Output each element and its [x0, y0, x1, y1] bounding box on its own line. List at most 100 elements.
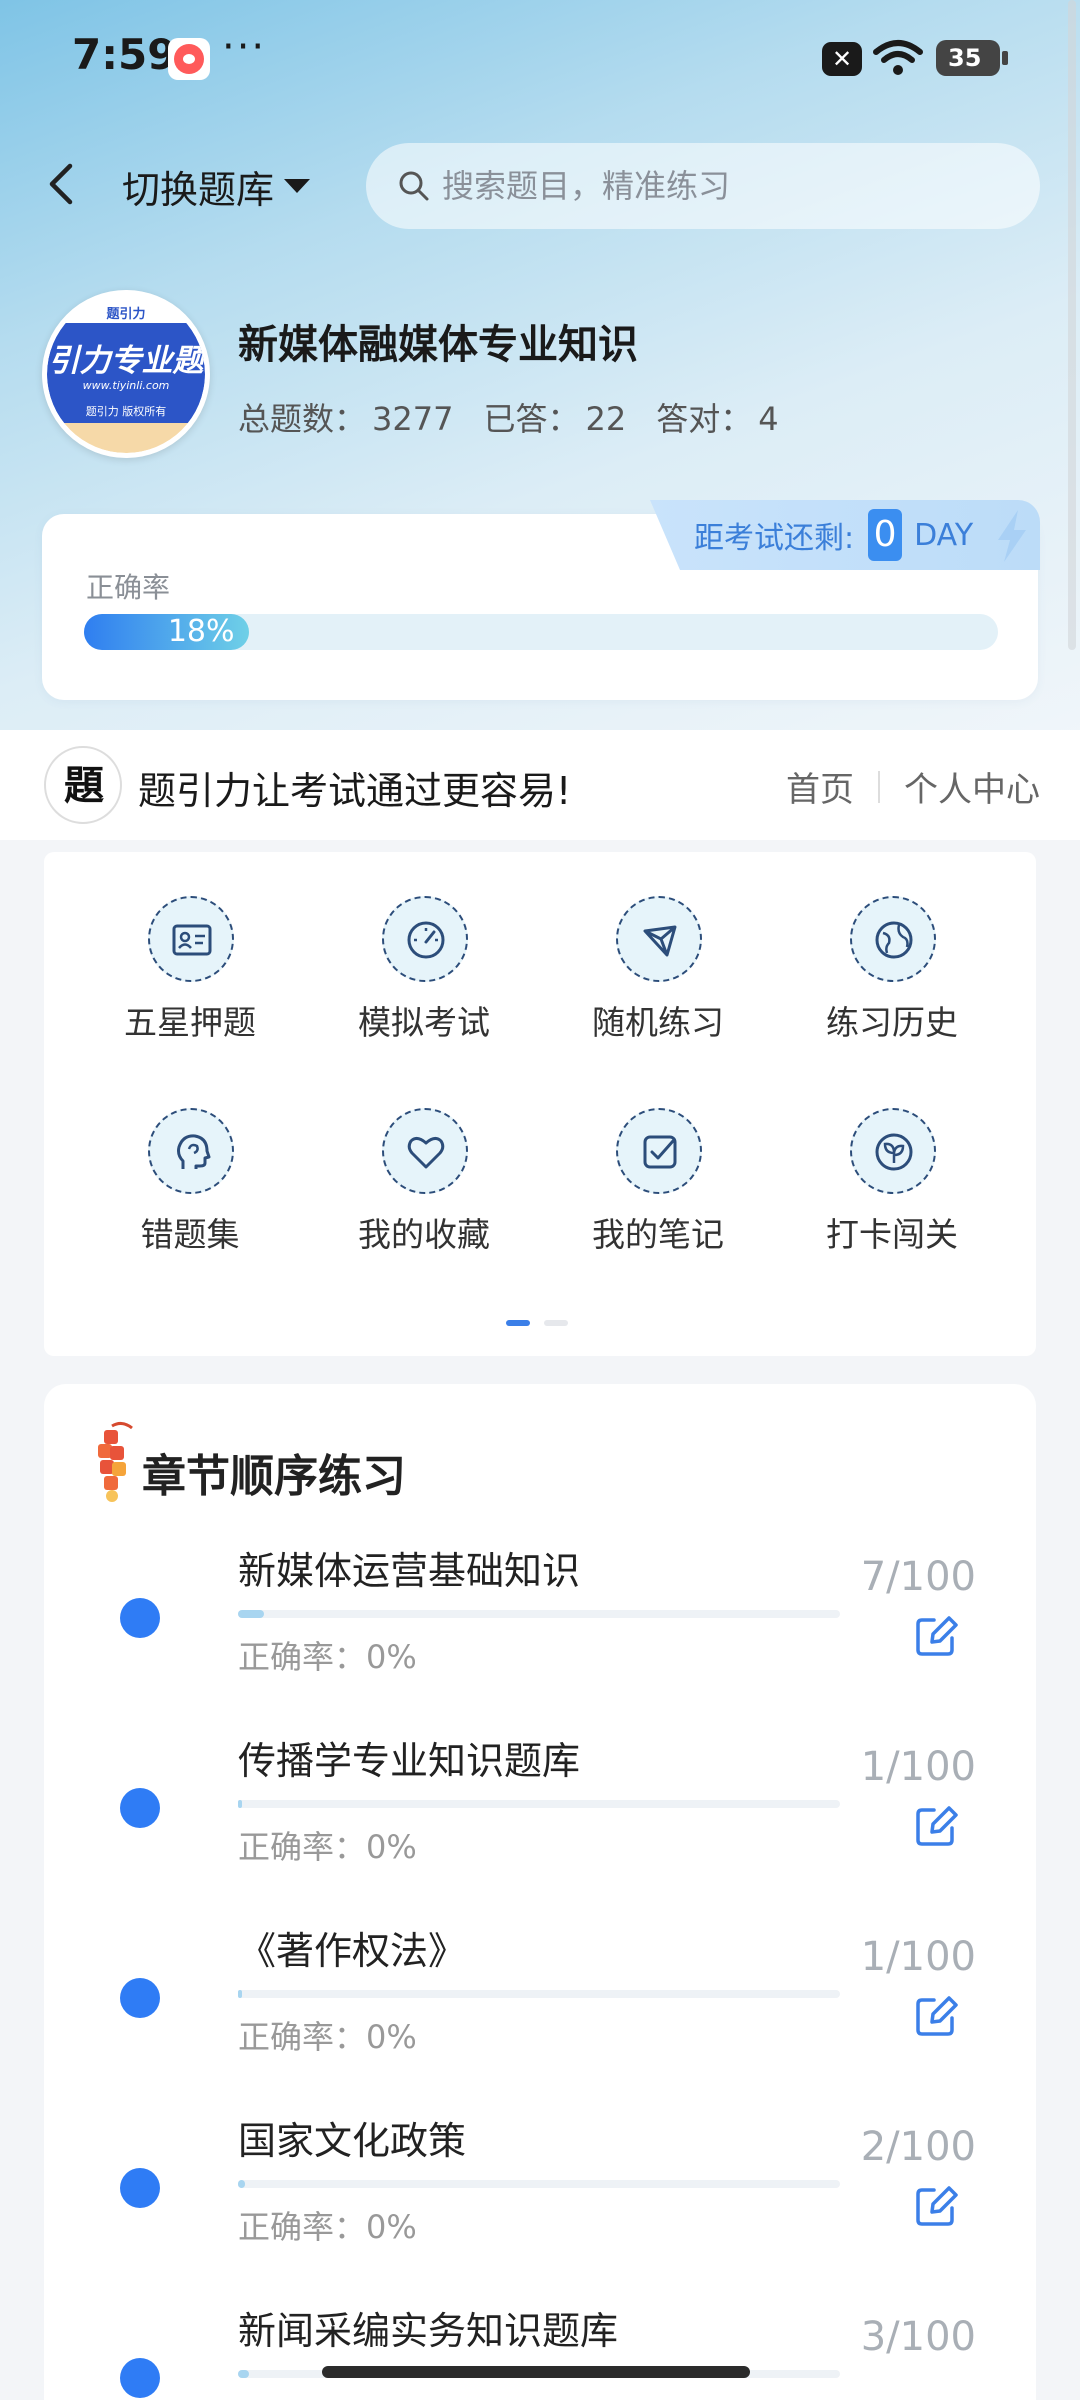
status-bar: 7:59 ··· ✕ 35: [0, 0, 1080, 120]
back-arrow-icon[interactable]: [40, 158, 84, 210]
lightning-icon: [998, 510, 1026, 562]
accuracy-label: 正确率: [86, 571, 171, 604]
network-off-icon: ✕: [822, 42, 862, 76]
chapter-progress-count: 2/100: [860, 2124, 976, 2170]
chapter-accuracy: 正确率：0%: [238, 1638, 417, 1676]
checkbox-icon: [616, 1108, 702, 1194]
nav-divider: [878, 770, 880, 803]
logo-text: 引力专业题: [48, 343, 204, 379]
answered-count: 已答： 22: [483, 400, 627, 438]
chapter-progress-fill: [238, 2180, 246, 2188]
switch-bank-label: 切换题库: [122, 167, 275, 212]
menu-page-indicator: [506, 1320, 568, 1326]
menu-item-wrong-questions[interactable]: 错题集: [90, 1108, 290, 1278]
menu-label: 打卡闯关: [826, 1215, 958, 1254]
menu-item-favorites[interactable]: 我的收藏: [324, 1108, 524, 1278]
menu-label: 错题集: [140, 1215, 240, 1254]
edit-icon[interactable]: [914, 1614, 958, 1658]
chapter-section-title: 章节顺序练习: [142, 1451, 406, 1502]
bank-stats: 总题数： 3277 已答： 22 答对： 4: [238, 394, 779, 440]
heart-icon: [382, 1108, 468, 1194]
chapter-progress-count: 1/100: [860, 1934, 976, 1980]
edit-icon[interactable]: [914, 1804, 958, 1848]
menu-item-random-practice[interactable]: 随机练习: [558, 896, 758, 1066]
page-dot: [544, 1320, 568, 1326]
page-dot-active: [506, 1320, 530, 1326]
menu-item-mock-exam[interactable]: 模拟考试: [324, 896, 524, 1066]
total-questions: 总题数： 3277: [238, 400, 454, 438]
feature-menu-card: 五星押题 模拟考试 随机练习 练习历史 错题集 我的收藏 我的笔记 打卡闯关: [44, 852, 1036, 1356]
accuracy-progress-bar: 18%: [84, 614, 998, 650]
chapter-accuracy: 正确率：0%: [238, 2018, 417, 2056]
chapter-name: 《著作权法》: [238, 1929, 467, 1973]
notification-app-icon: [168, 38, 210, 80]
switch-bank-dropdown[interactable]: 切换题库: [122, 158, 311, 214]
edit-icon[interactable]: [914, 2184, 958, 2228]
brand-bar: 題 题引力让考试通过更容易! 首页 个人中心: [0, 730, 1080, 840]
chapter-row[interactable]: 新媒体运营基础知识正确率：0% 7/100: [44, 1540, 1036, 1730]
menu-item-check-in[interactable]: 打卡闯关: [792, 1108, 992, 1278]
countdown-unit: DAY: [914, 517, 974, 553]
correct-count: 答对： 4: [656, 400, 779, 438]
chapter-row[interactable]: 新闻采编实务知识题库 3/100: [44, 2300, 1036, 2400]
head-icon: [148, 1108, 234, 1194]
chapter-bullet-icon: [120, 2358, 160, 2398]
chapter-progress-bar: [238, 1800, 840, 1808]
chapter-progress-bar: [238, 1610, 840, 1618]
wifi-icon: [873, 40, 923, 75]
search-input[interactable]: [442, 167, 1002, 205]
chapter-progress-fill: [238, 1800, 242, 1808]
globe-icon: [850, 896, 936, 982]
chapter-accuracy: 正确率：0%: [238, 2208, 417, 2246]
chapter-progress-count: 7/100: [860, 1554, 976, 1600]
edit-icon[interactable]: [914, 1994, 958, 2038]
scrollbar[interactable]: [1068, 0, 1076, 650]
nav-profile-link[interactable]: 个人中心: [904, 762, 1040, 811]
chapter-name: 新媒体运营基础知识: [238, 1549, 581, 1593]
search-icon: [399, 171, 429, 201]
plant-icon: [850, 1108, 936, 1194]
brand-slogan: 题引力让考试通过更容易!: [138, 769, 572, 813]
chapter-progress-count: 3/100: [860, 2314, 976, 2360]
chapter-name: 国家文化政策: [238, 2119, 467, 2163]
menu-label: 我的收藏: [358, 1215, 490, 1254]
menu-label: 我的笔记: [592, 1215, 724, 1254]
battery-icon: 35: [936, 40, 1008, 76]
chapter-bullet-icon: [120, 1788, 160, 1828]
chapter-bullet-icon: [120, 1978, 160, 2018]
chapter-name: 传播学专业知识题库: [238, 1739, 581, 1783]
brand-logo-icon: 題: [44, 746, 122, 824]
question-bank-logo: 题引力 引力专业题 www.tiyinli.com 题引力 版权所有: [42, 290, 210, 458]
network-icon: [616, 896, 702, 982]
chapter-progress-count: 1/100: [860, 1744, 976, 1790]
countdown-days: 0: [868, 509, 903, 561]
chapter-progress-bar: [238, 1990, 840, 1998]
menu-item-practice-history[interactable]: 练习历史: [792, 896, 992, 1066]
menu-label: 练习历史: [826, 1003, 958, 1042]
chapter-name: 新闻采编实务知识题库: [238, 2309, 619, 2353]
countdown-label: 距考试还剩:: [694, 521, 855, 556]
chapter-progress-bar: [238, 2180, 840, 2188]
bank-title: 新媒体融媒体专业知识: [238, 322, 638, 368]
gauge-icon: [382, 896, 468, 982]
id-card-icon: [148, 896, 234, 982]
search-bar[interactable]: [366, 143, 1040, 229]
exam-countdown-badge: 距考试还剩: 0 DAY: [650, 500, 1040, 570]
chapter-progress-fill: [238, 2370, 250, 2378]
chapter-row[interactable]: 《著作权法》正确率：0% 1/100: [44, 1920, 1036, 2110]
menu-label: 五星押题: [124, 1003, 256, 1042]
logo-copyright: 题引力 版权所有: [85, 405, 167, 418]
chapter-row[interactable]: 国家文化政策正确率：0% 2/100: [44, 2110, 1036, 2300]
home-indicator[interactable]: [322, 2366, 750, 2378]
more-notifications-icon: ···: [222, 24, 267, 70]
chapter-row[interactable]: 传播学专业知识题库 正确率：0% 1/100: [44, 1730, 1036, 1920]
nav-home-link[interactable]: 首页: [786, 762, 854, 811]
caret-down-icon: [284, 179, 311, 193]
chapter-bullet-icon: [120, 1598, 160, 1638]
logo-top-mark: 题引力: [106, 307, 146, 322]
chapter-bullet-icon: [120, 2168, 160, 2208]
menu-item-five-star[interactable]: 五星押题: [90, 896, 290, 1066]
chapter-progress-fill: [238, 1610, 265, 1618]
firecracker-icon: [98, 1421, 133, 1502]
menu-item-notes[interactable]: 我的笔记: [558, 1108, 758, 1278]
